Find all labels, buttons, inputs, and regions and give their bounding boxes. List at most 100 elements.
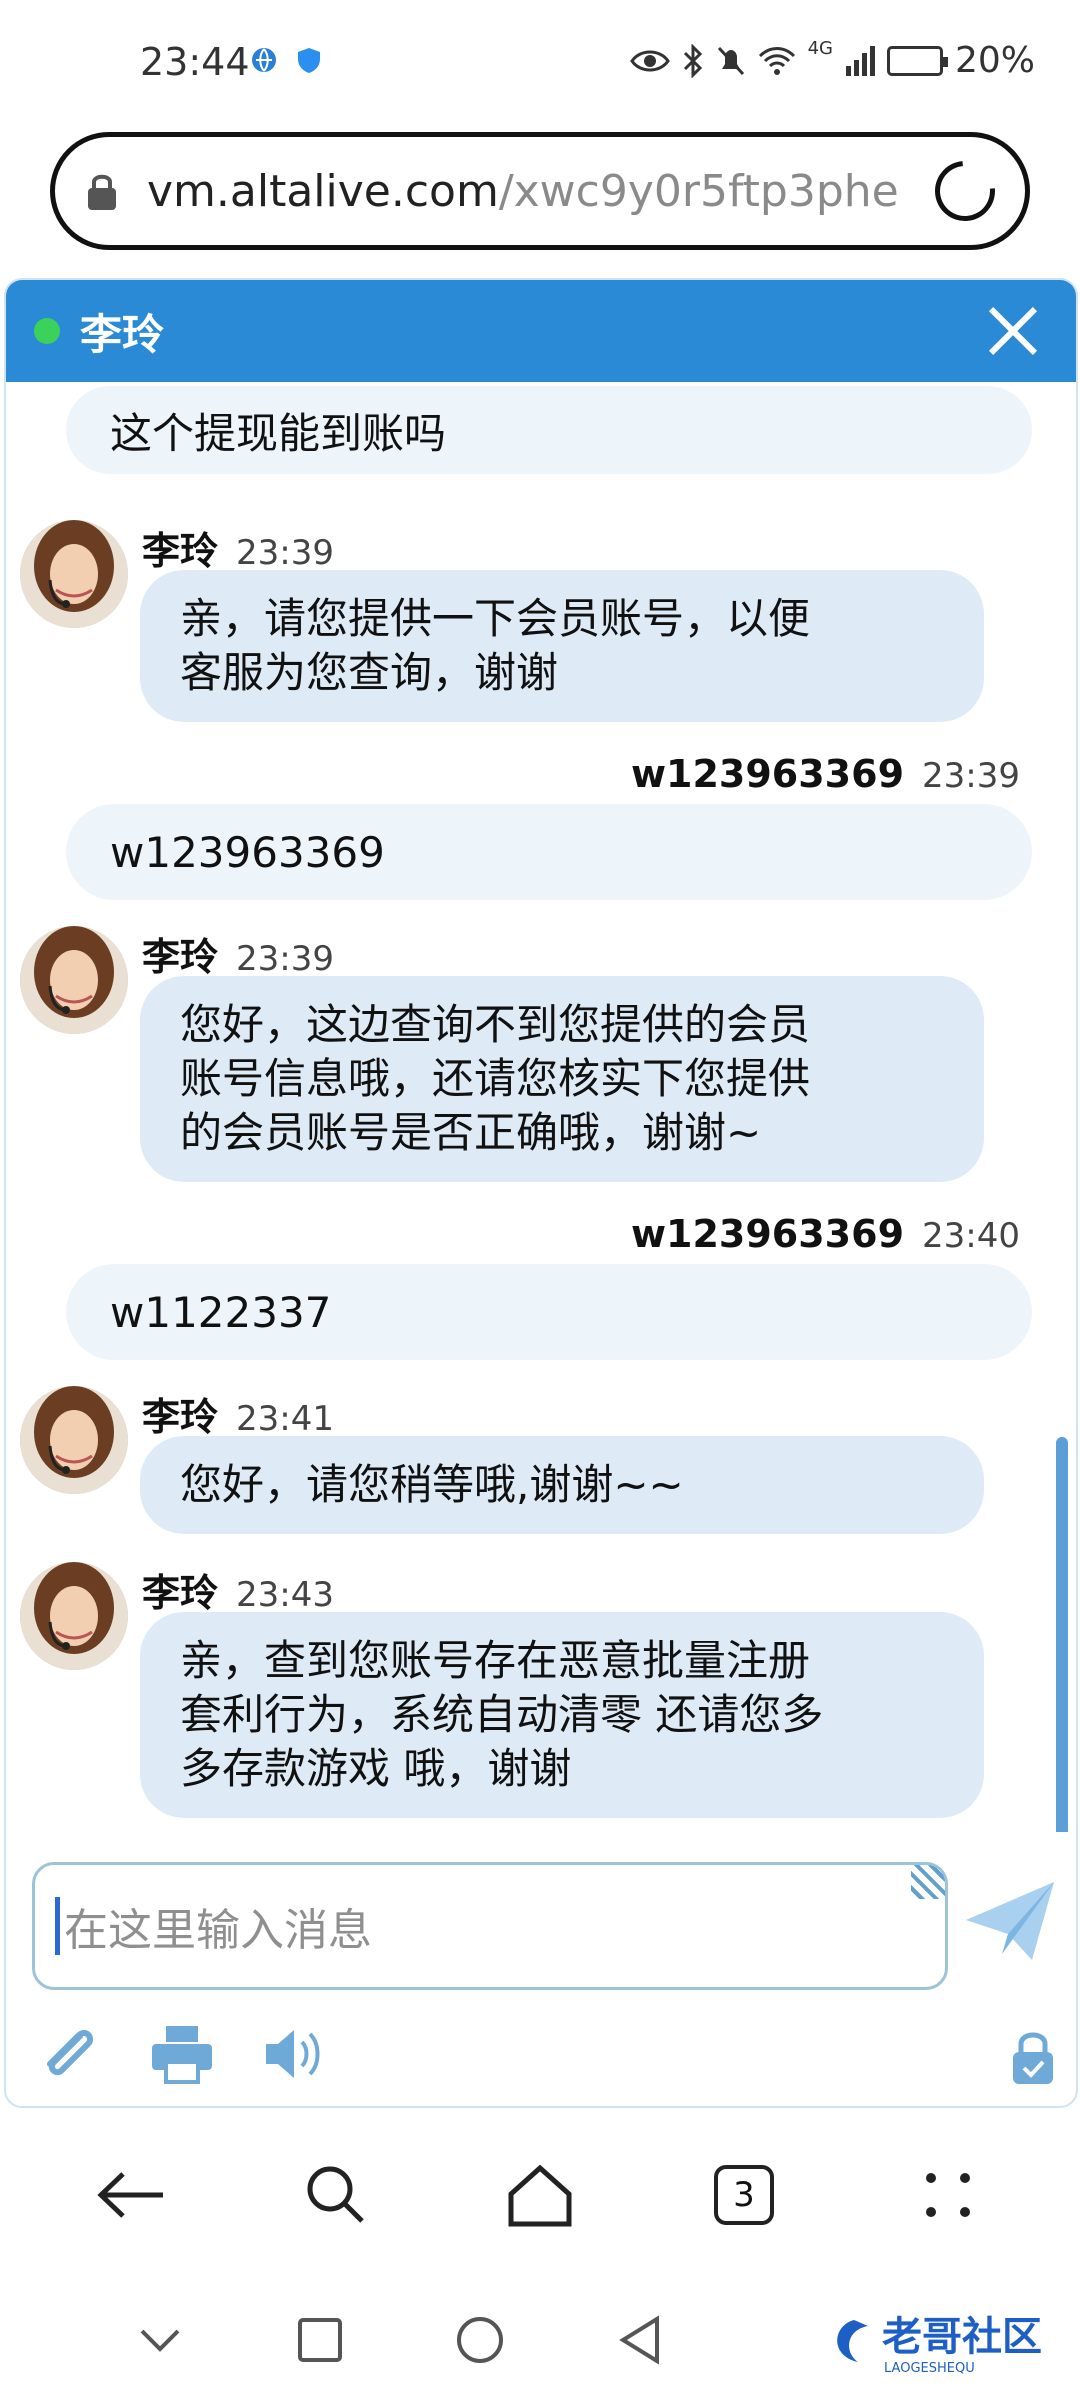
message-line: 的会员账号是否正确哦，谢谢~ — [180, 1108, 762, 1157]
agent-message-bubble: 亲，查到您账号存在恶意批量注册 套利行为，系统自动清零 还请您多 多存款游戏 哦… — [140, 1612, 984, 1818]
chat-header: 李玲 — [6, 280, 1076, 382]
agent-avatar — [20, 1386, 128, 1494]
message-list[interactable]: 这个提现能到账吗 李玲 23:39 亲，请您提供一下会员账号，以便 客服为您查询… — [6, 382, 1076, 1832]
back-system-button[interactable] — [600, 2300, 680, 2380]
input-placeholder: 在这里输入消息 — [64, 1905, 372, 1956]
tabs-button[interactable]: 3 — [704, 2155, 784, 2235]
agent-face-icon — [20, 520, 128, 628]
battery-percent: 20% — [954, 40, 1035, 81]
user-message-bubble: 这个提现能到账吗 — [66, 386, 1032, 474]
agent-message-bubble: 亲，请您提供一下会员账号，以便 客服为您查询，谢谢 — [140, 570, 984, 722]
resize-handle[interactable] — [911, 1865, 945, 1899]
message-line: 套利行为，系统自动清零 还请您多 — [180, 1690, 824, 1739]
shield-icon — [298, 48, 320, 73]
message-time: 23:40 — [922, 1216, 1020, 1256]
search-icon — [307, 2166, 364, 2223]
mute-bell-icon — [717, 46, 744, 75]
user-name: w123963369 — [630, 752, 905, 796]
url-host: vm.altalive.com — [147, 165, 499, 217]
message-line: 您好，这边查询不到您提供的会员 — [180, 1000, 811, 1049]
message-time: 23:39 — [922, 756, 1020, 796]
user-message-meta: w123963369 23:39 — [631, 752, 1020, 796]
agent-message-meta: 李玲 23:43 — [142, 1562, 334, 1617]
arrow-left-icon — [97, 2172, 163, 2218]
message-time: 23:43 — [236, 1575, 334, 1615]
agent-avatar — [20, 926, 128, 1034]
recents-button[interactable] — [280, 2300, 360, 2380]
user-name: w123963369 — [630, 1212, 905, 1256]
hide-nav-button[interactable] — [120, 2300, 200, 2380]
agent-title: 李玲 — [80, 309, 165, 359]
chevron-down-icon — [140, 2329, 180, 2352]
agent-face-icon — [20, 1386, 128, 1494]
watermark-subtext: LAOGESHEQU — [884, 2361, 975, 2376]
agent-name: 李玲 — [142, 1395, 219, 1439]
status-bar: 23:44 4G 20% — [0, 0, 1080, 130]
browser-toolbar: 3 — [0, 2110, 1080, 2280]
message-line: 亲，请您提供一下会员账号，以便 — [180, 594, 811, 643]
message-line: 多存款游戏 哦，谢谢 — [180, 1744, 572, 1793]
network-type-label: 4G — [807, 38, 833, 59]
print-icon[interactable] — [148, 2020, 216, 2088]
agent-name: 李玲 — [142, 1571, 219, 1615]
watermark-logo: 老哥社区 LAOGESHEQU — [837, 2314, 1042, 2376]
text-caret — [55, 1897, 60, 1955]
message-time: 23:39 — [236, 939, 334, 979]
close-chat-button[interactable] — [986, 304, 1040, 358]
status-left-icons — [250, 46, 322, 74]
online-status-dot — [34, 318, 60, 344]
agent-name: 李玲 — [142, 935, 219, 979]
user-message-meta: w123963369 23:40 — [631, 1212, 1020, 1256]
message-time: 23:41 — [236, 1399, 334, 1439]
chat-toolbar — [36, 2020, 328, 2088]
lock-secure-icon[interactable] — [1010, 2030, 1056, 2086]
vpn-globe-icon — [252, 48, 276, 72]
message-text: w1122337 — [110, 1287, 332, 1337]
status-time: 23:44 — [140, 40, 250, 84]
agent-face-icon — [20, 1562, 128, 1670]
message-text: 这个提现能到账吗 — [110, 408, 447, 458]
agent-face-icon — [20, 926, 128, 1034]
bluetooth-icon — [683, 43, 702, 78]
agent-message-meta: 李玲 23:41 — [142, 1386, 334, 1441]
home-icon — [508, 2164, 572, 2227]
message-input[interactable]: 在这里输入消息 — [32, 1862, 948, 1990]
battery-icon — [886, 45, 948, 76]
address-bar[interactable]: vm.altalive.com/xwc9y0r5ftp3phe — [50, 132, 1030, 250]
user-message-bubble: w123963369 — [66, 804, 1032, 900]
lock-icon — [88, 174, 116, 210]
message-line: 客服为您查询，谢谢 — [180, 648, 559, 697]
message-line: 账号信息哦，还请您核实下您提供 — [180, 1054, 811, 1103]
status-right-icons: 4G 20% — [629, 38, 1035, 81]
agent-message-meta: 李玲 23:39 — [142, 520, 334, 575]
agent-avatar — [20, 1562, 128, 1670]
more-dots-icon — [926, 2173, 970, 2217]
agent-message-meta: 李玲 23:39 — [142, 926, 334, 981]
volume-icon[interactable] — [260, 2020, 328, 2088]
circle-icon — [457, 2317, 503, 2363]
tab-count: 3 — [714, 2165, 774, 2225]
back-button[interactable] — [92, 2155, 172, 2235]
agent-name: 李玲 — [142, 529, 219, 573]
watermark-text: 老哥社区 — [882, 2314, 1042, 2360]
url-path: /xwc9y0r5ftp3phe — [498, 165, 899, 217]
agent-message-bubble: 您好，请您稍等哦,谢谢~~ — [140, 1436, 984, 1534]
url-text[interactable]: vm.altalive.com/xwc9y0r5ftp3phe — [147, 166, 915, 217]
search-button[interactable] — [296, 2155, 376, 2235]
home-button[interactable] — [500, 2155, 580, 2235]
square-icon — [298, 2318, 342, 2362]
triangle-back-icon — [619, 2315, 659, 2365]
menu-button[interactable] — [908, 2155, 988, 2235]
message-line: 亲，查到您账号存在恶意批量注册 — [180, 1636, 811, 1685]
signal-icon — [845, 45, 875, 76]
agent-message-bubble: 您好，这边查询不到您提供的会员 账号信息哦，还请您核实下您提供 的会员账号是否正… — [140, 976, 984, 1182]
wifi-icon — [758, 46, 795, 75]
chat-scrollbar[interactable] — [1056, 1437, 1068, 1832]
message-line: 您好，请您稍等哦,谢谢~~ — [180, 1460, 684, 1509]
send-icon[interactable] — [962, 1874, 1058, 1970]
home-system-button[interactable] — [440, 2300, 520, 2380]
agent-avatar — [20, 520, 128, 628]
attachment-icon[interactable] — [36, 2020, 104, 2088]
reload-icon[interactable] — [922, 148, 1008, 234]
message-text: w123963369 — [110, 827, 385, 877]
